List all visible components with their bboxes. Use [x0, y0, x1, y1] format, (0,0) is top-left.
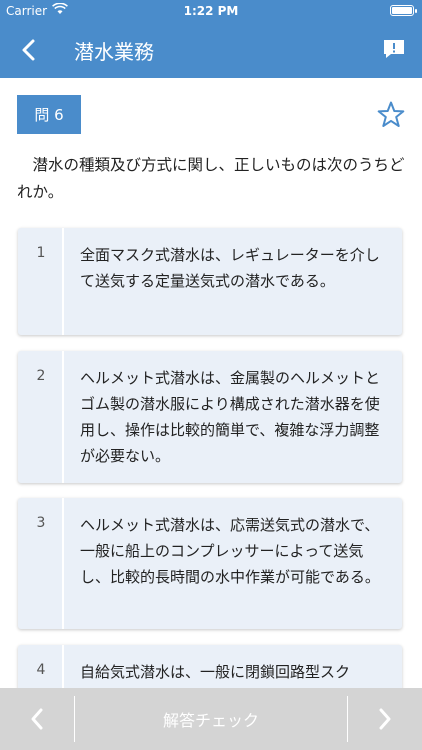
chevron-right-icon [379, 708, 391, 730]
choice-text: ヘルメット式潜水は、金属製のヘルメットとゴム製の潜水服により構成された潜水器を使… [80, 369, 381, 465]
choice-card-2[interactable]: 2 ヘルメット式潜水は、金属製のヘルメットとゴム製の潜水服により構成された潜水器… [18, 351, 402, 483]
question-badge: 問 6 [17, 95, 81, 134]
status-time: 1:22 PM [183, 4, 239, 18]
choice-number: 2 [36, 368, 46, 384]
choice-card-3[interactable]: 3 ヘルメット式潜水は、応需送気式の潜水で、一般に船上のコンプレッサーによって送… [18, 498, 402, 629]
choice-divider [62, 498, 64, 629]
back-button[interactable] [14, 36, 44, 64]
choice-text: ヘルメット式潜水は、応需送気式の潜水で、一般に船上のコンプレッサーによって送気し… [80, 516, 380, 586]
report-button[interactable] [382, 38, 406, 60]
header: Carrier 1:22 PM 潜水業務 [0, 0, 422, 78]
choice-text: 全面マスク式潜水は、レギュレーターを介して送気する定量送気式の潜水である。 [80, 246, 380, 290]
answer-check-button[interactable]: 解答チェック [75, 688, 347, 750]
question-text: 潜水の種類及び方式に関し、正しいものは次のうちどれか。 [17, 156, 405, 201]
choice-divider [62, 351, 64, 483]
bottom-toolbar: 解答チェック [0, 688, 422, 750]
choice-number: 1 [36, 245, 46, 261]
choice-card-1[interactable]: 1 全面マスク式潜水は、レギュレーターを介して送気する定量送気式の潜水である。 [18, 228, 402, 335]
choice-text: 自給気式潜水は、一般に閉鎖回路型スク [80, 663, 351, 681]
status-bar: Carrier 1:22 PM [0, 0, 422, 22]
battery-icon [390, 5, 417, 16]
page-title: 潜水業務 [74, 40, 154, 64]
choice-number: 4 [36, 662, 46, 678]
favorite-star-icon[interactable] [376, 100, 406, 130]
choice-number: 3 [36, 515, 46, 531]
chevron-left-icon [31, 708, 43, 730]
choice-divider [62, 228, 64, 335]
next-question-button[interactable] [348, 688, 422, 750]
nav-bar: 潜水業務 [0, 22, 422, 78]
previous-question-button[interactable] [0, 688, 74, 750]
